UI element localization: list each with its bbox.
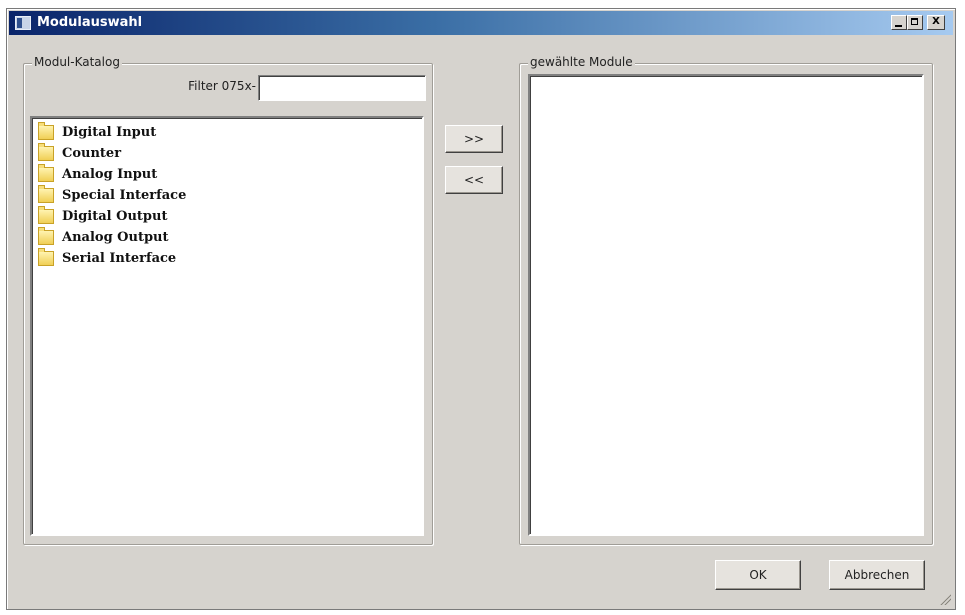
close-button[interactable]: X [927,15,945,30]
filter-label: Filter 075x- [188,79,256,93]
window-title: Modulauswahl [37,15,143,30]
filter-input[interactable] [258,75,426,101]
selected-modules-label: gewählte Module [528,55,635,69]
modulauswahl-dialog: Modulauswahl X Modul-Katalog Filter 075x… [6,8,956,610]
catalog-tree-item[interactable]: Serial Interface [32,248,422,269]
selected-modules-group: gewählte Module [519,55,933,545]
module-catalog-label: Modul-Katalog [32,55,122,69]
catalog-item-label: Serial Interface [62,251,177,266]
folder-icon [38,143,54,161]
catalog-item-label: Digital Input [62,125,157,140]
minimize-button[interactable] [891,15,907,30]
catalog-item-label: Special Interface [62,188,187,203]
ok-button[interactable]: OK [715,560,801,590]
folder-icon [38,164,54,182]
title-bar[interactable]: Modulauswahl X [9,11,953,35]
module-catalog-tree[interactable]: Digital Input Counter Analog Input Special … [30,116,424,536]
maximize-icon [911,18,918,25]
catalog-tree-item[interactable]: Counter [32,143,422,164]
folder-icon [38,122,54,140]
catalog-item-label: Counter [62,146,122,161]
remove-module-button[interactable]: << [445,166,503,194]
catalog-item-label: Analog Input [62,167,158,182]
folder-icon [38,227,54,245]
catalog-list: Digital Input Counter Analog Input Special … [32,118,422,269]
catalog-tree-item[interactable]: Digital Input [32,122,422,143]
module-catalog-group: Modul-Katalog Filter 075x- Digital Input… [23,55,433,545]
add-module-button[interactable]: >> [445,125,503,153]
resize-grip-icon[interactable] [939,593,951,605]
catalog-tree-item[interactable]: Digital Output [32,206,422,227]
maximize-button[interactable] [907,15,923,30]
catalog-tree-item[interactable]: Analog Input [32,164,422,185]
folder-icon [38,185,54,203]
minimize-icon [895,25,902,27]
folder-icon [38,248,54,266]
selected-modules-list[interactable] [528,74,924,536]
catalog-tree-item[interactable]: Analog Output [32,227,422,248]
app-window-icon [15,16,31,30]
folder-icon [38,206,54,224]
catalog-tree-item[interactable]: Special Interface [32,185,422,206]
cancel-button[interactable]: Abbrechen [829,560,925,590]
catalog-item-label: Digital Output [62,209,168,224]
catalog-item-label: Analog Output [62,230,169,245]
